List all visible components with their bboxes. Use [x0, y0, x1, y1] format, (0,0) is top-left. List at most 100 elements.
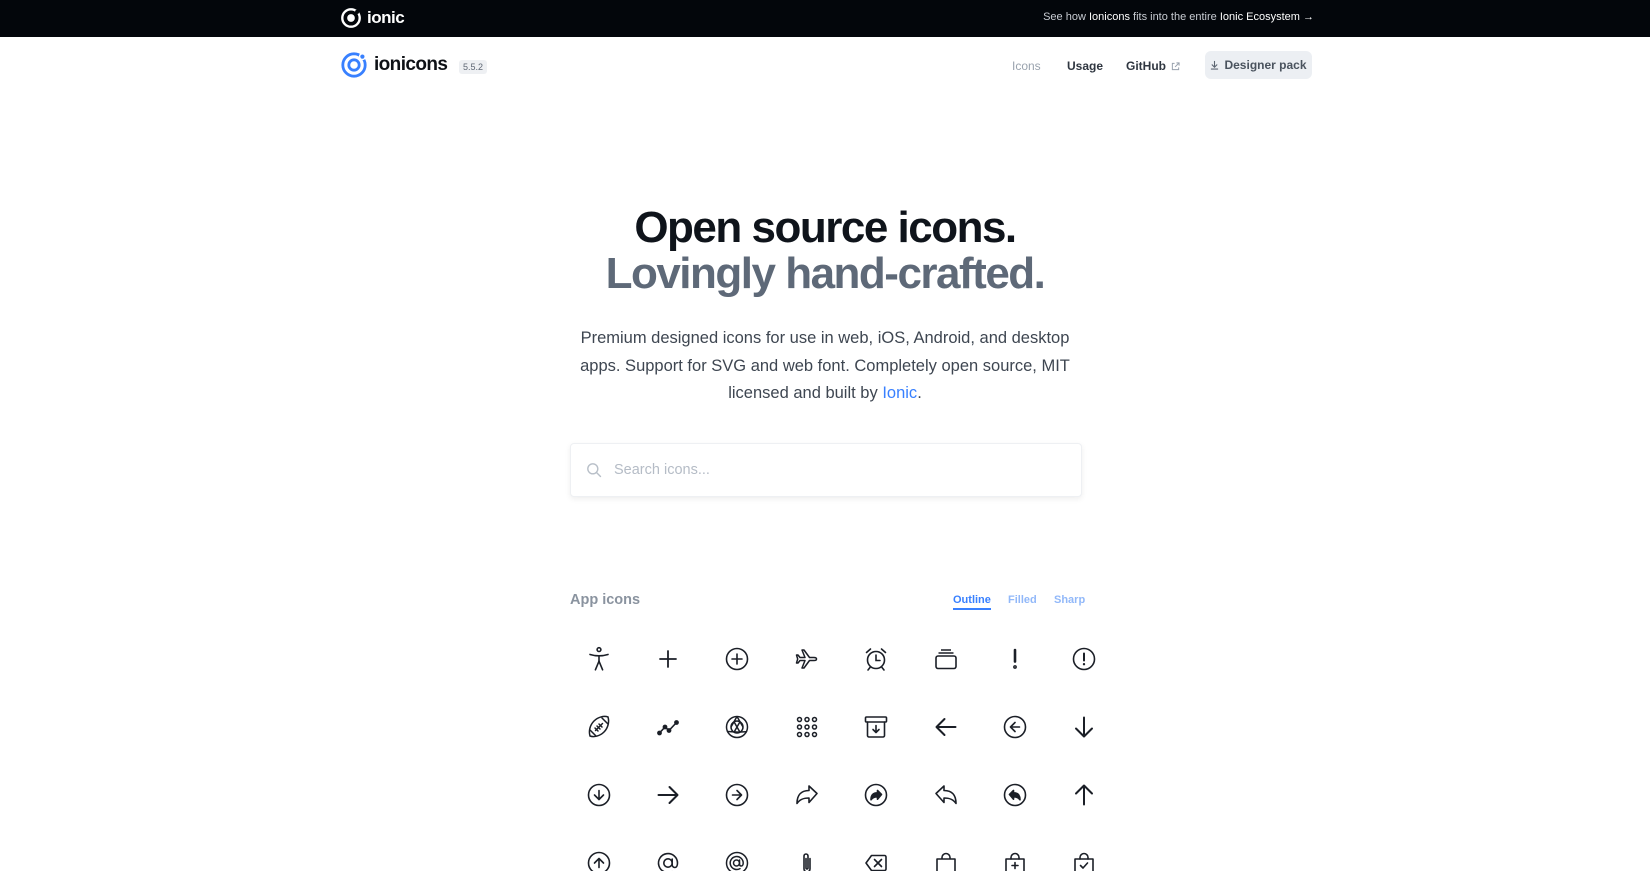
icon-cell[interactable] — [633, 844, 702, 871]
designer-pack-label: Designer pack — [1224, 58, 1307, 72]
icon-cell[interactable] — [772, 640, 841, 708]
ecosystem-text-mid: fits into the entire — [1129, 11, 1220, 23]
arrow-up-icon — [1075, 784, 1094, 806]
at-icon — [657, 852, 679, 871]
designer-pack-button[interactable]: Designer pack — [1205, 51, 1312, 79]
hero-description: Premium designed icons for use in web, i… — [575, 325, 1075, 408]
icon-cell[interactable] — [633, 640, 702, 708]
nav-usage-link[interactable]: Usage — [1067, 59, 1103, 73]
ionic-brand-link[interactable]: ionic — [340, 7, 405, 29]
search-icon — [587, 463, 602, 478]
arrow-forward-circle-icon — [726, 783, 749, 807]
icon-cell[interactable] — [633, 708, 702, 776]
attach-icon — [803, 853, 811, 871]
arrow-undo-circle-icon — [1003, 783, 1027, 807]
icon-cell[interactable] — [564, 844, 633, 871]
at-circle-icon — [726, 851, 749, 871]
ecosystem-text-ionicons: Ionicons — [1088, 11, 1130, 23]
icon-cell[interactable] — [1050, 640, 1119, 708]
icon-cell[interactable] — [703, 640, 772, 708]
alert-circle-icon — [1073, 647, 1096, 671]
nav-github-label: GitHub — [1126, 59, 1166, 73]
search-input[interactable] — [614, 462, 1054, 478]
icon-cell[interactable] — [703, 776, 772, 844]
alarm-icon — [865, 648, 887, 671]
airplane-icon — [795, 649, 818, 669]
add-icon — [659, 650, 677, 668]
download-icon — [1211, 60, 1219, 70]
alert-icon — [1013, 648, 1017, 669]
add-circle-icon — [726, 647, 749, 671]
version-badge: 5.5.2 — [459, 60, 488, 74]
ecosystem-text-pre: See how — [1043, 11, 1089, 23]
icon-cell[interactable] — [842, 844, 911, 871]
ionic-logo-icon — [341, 8, 361, 28]
icon-cell[interactable] — [842, 708, 911, 776]
top-announcement-bar: ionic See how Ionicons fits into the ent… — [0, 0, 1650, 37]
hero-title-line1: Open source icons. — [634, 203, 1017, 252]
icon-cell[interactable] — [842, 640, 911, 708]
icon-cell[interactable] — [1050, 844, 1119, 871]
arrow-back-circle-icon — [1003, 715, 1027, 739]
arrow-redo-circle-icon — [864, 783, 888, 807]
backspace-icon — [865, 854, 888, 871]
icon-cell[interactable] — [772, 844, 841, 871]
ecosystem-arrow: → — [1299, 11, 1314, 23]
icon-cell[interactable] — [772, 776, 841, 844]
ionic-link[interactable]: Ionic — [882, 384, 917, 402]
section-title: App icons — [570, 592, 641, 608]
external-link-icon — [1171, 61, 1180, 70]
icon-grid — [564, 640, 1096, 871]
tab-filled[interactable]: Filled — [1008, 594, 1037, 606]
ionicons-logo-icon — [341, 52, 367, 78]
arrow-down-circle-icon — [587, 783, 610, 807]
apps-icon — [796, 716, 818, 738]
site-header: ionicons 5.5.2 Icons Usage GitHub Design… — [0, 37, 1650, 93]
icon-cell[interactable] — [564, 776, 633, 844]
arrow-forward-icon — [657, 786, 679, 804]
archive-icon — [864, 716, 888, 738]
ecosystem-text-ecosystem: Ionic Ecosystem — [1219, 11, 1300, 23]
icon-cell[interactable] — [980, 844, 1049, 871]
ecosystem-link[interactable]: See how Ionicons fits into the entire Io… — [1043, 11, 1314, 23]
hero-description-end: . — [917, 384, 922, 402]
nav-github-link[interactable]: GitHub — [1126, 59, 1180, 73]
icon-cell[interactable] — [703, 708, 772, 776]
bag-icon — [935, 852, 956, 871]
nav-icons-link[interactable]: Icons — [1012, 59, 1041, 73]
tab-outline[interactable]: Outline — [953, 594, 991, 610]
icon-cell[interactable] — [772, 708, 841, 776]
icon-cell[interactable] — [564, 708, 633, 776]
accessibility-icon — [588, 646, 609, 671]
icon-cell[interactable] — [842, 776, 911, 844]
icon-cell[interactable] — [564, 640, 633, 708]
arrow-undo-icon — [934, 785, 957, 805]
icon-cell[interactable] — [911, 640, 980, 708]
bag-add-icon — [1005, 852, 1025, 871]
ionic-brand-text: ionic — [367, 8, 405, 27]
icon-cell[interactable] — [1050, 776, 1119, 844]
hero-description-text: Premium designed icons for use in web, i… — [580, 329, 1070, 402]
tab-sharp[interactable]: Sharp — [1054, 594, 1085, 606]
icon-cell[interactable] — [1050, 708, 1119, 776]
bag-check-icon — [1074, 852, 1095, 871]
icon-cell[interactable] — [911, 844, 980, 871]
albums-icon — [934, 649, 957, 670]
arrow-up-circle-icon — [587, 851, 610, 871]
aperture-icon — [726, 715, 749, 739]
search-box — [570, 443, 1082, 497]
arrow-back-icon — [935, 718, 957, 736]
icon-cell[interactable] — [633, 776, 702, 844]
hero-title-line2: Lovingly hand-crafted. — [605, 249, 1046, 298]
ionicons-logo-link[interactable]: ionicons — [340, 51, 448, 79]
arrow-redo-icon — [796, 785, 818, 805]
logo-wordmark: ionicons — [374, 54, 448, 75]
icon-cell[interactable] — [703, 844, 772, 871]
icon-cell[interactable] — [980, 640, 1049, 708]
icon-cell[interactable] — [911, 708, 980, 776]
analytics-icon — [657, 720, 679, 736]
arrow-down-icon — [1075, 716, 1094, 738]
icon-cell[interactable] — [980, 708, 1049, 776]
icon-cell[interactable] — [911, 776, 980, 844]
icon-cell[interactable] — [980, 776, 1049, 844]
